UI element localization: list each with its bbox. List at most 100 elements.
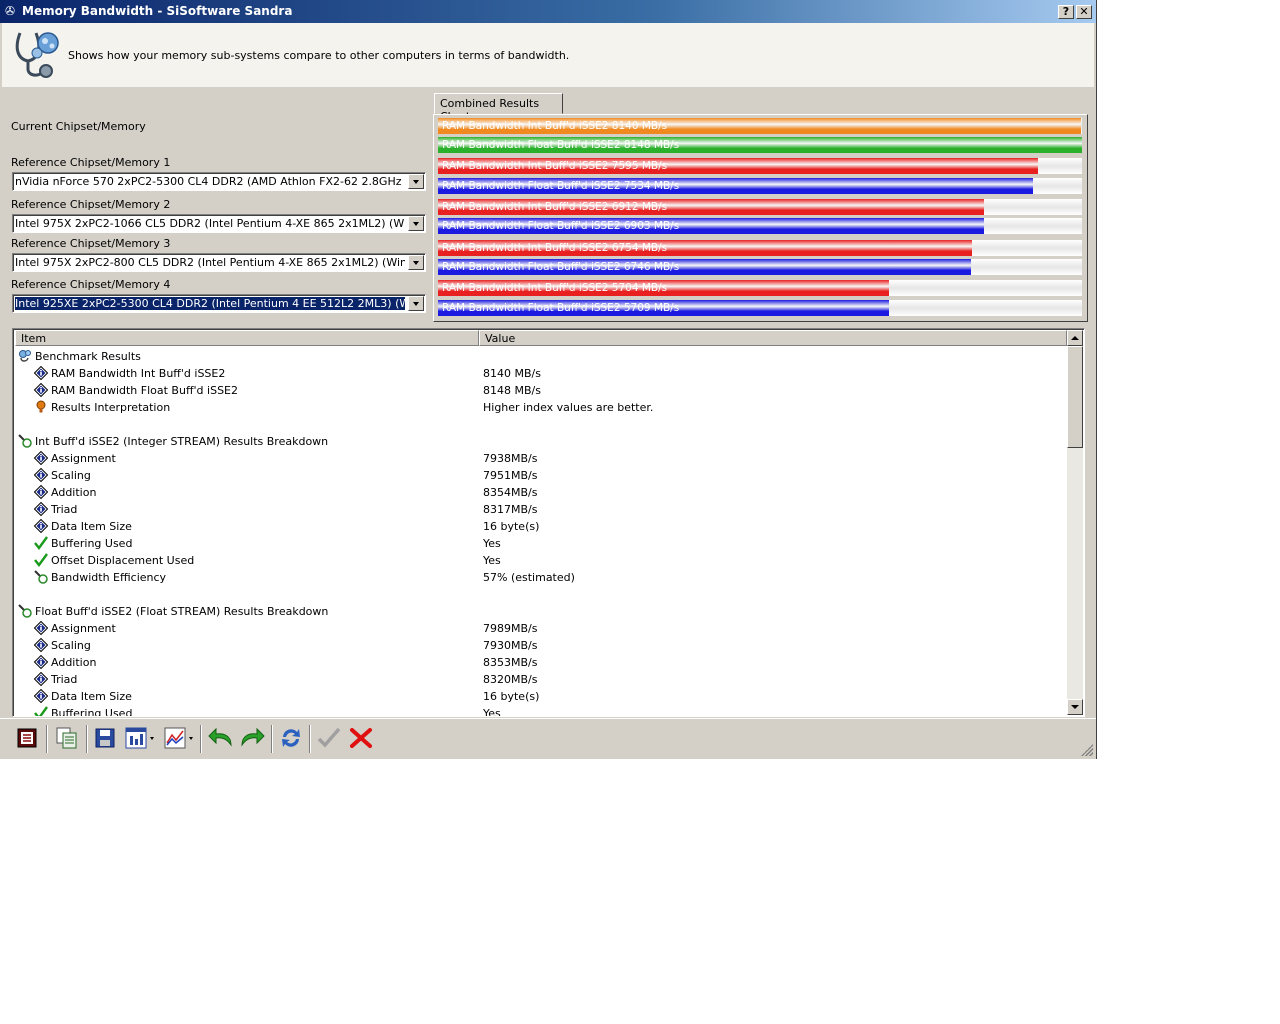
info-diamond-icon: [33, 365, 49, 381]
module-button[interactable]: [14, 725, 40, 751]
module-icon: [17, 728, 37, 748]
chevron-up-icon: [1071, 336, 1079, 340]
row-item-label: Addition: [51, 486, 97, 499]
back-icon: [208, 727, 232, 747]
cancel-button[interactable]: [348, 725, 374, 751]
report-button[interactable]: [124, 725, 154, 751]
table-row[interactable]: Bandwidth Efficiency 57% (estimated): [13, 569, 1067, 586]
help-button[interactable]: ?: [1058, 5, 1074, 19]
row-item-label: Buffering Used: [51, 707, 133, 717]
table-row[interactable]: Buffering Used Yes: [13, 705, 1067, 717]
refresh-button[interactable]: [278, 725, 304, 751]
table-row[interactable]: Addition 8354MB/s: [13, 484, 1067, 501]
table-row[interactable]: Data Item Size 16 byte(s): [13, 518, 1067, 535]
table-row[interactable]: Scaling 7951MB/s: [13, 467, 1067, 484]
module-header: Shows how your memory sub-systems compar…: [2, 23, 1094, 87]
table-row[interactable]: Benchmark Results: [13, 348, 1067, 365]
row-value: 8320MB/s: [483, 673, 538, 686]
column-header-item[interactable]: Item: [15, 330, 479, 346]
row-value: 7951MB/s: [483, 469, 538, 482]
ref-chipset-3-value: Intel 975X 2xPC2-800 CL5 DDR2 (Intel Pen…: [15, 256, 405, 269]
app-icon[interactable]: ✇: [5, 4, 19, 18]
table-row[interactable]: Triad 8317MB/s: [13, 501, 1067, 518]
chevron-down-icon[interactable]: [408, 216, 424, 231]
scroll-thumb[interactable]: [1067, 346, 1083, 448]
chart-bar-track: RAM Bandwidth Float Buff'd iSSE2 5709 MB…: [438, 300, 1082, 316]
chart-bar-label: RAM Bandwidth Int Buff'd iSSE2 8140 MB/s: [442, 120, 668, 132]
info-diamond-icon: [33, 518, 49, 534]
table-row[interactable]: Triad 8320MB/s: [13, 671, 1067, 688]
info-diamond-icon: [33, 637, 49, 653]
table-row[interactable]: Buffering Used Yes: [13, 535, 1067, 552]
title-bar[interactable]: ✇ Memory Bandwidth - SiSoftware Sandra ?…: [0, 0, 1096, 23]
row-item-label: RAM Bandwidth Float Buff'd iSSE2: [51, 384, 238, 397]
table-row[interactable]: Offset Displacement Used Yes: [13, 552, 1067, 569]
table-row: [13, 416, 1067, 433]
table-row[interactable]: Int Buff'd iSSE2 (Integer STREAM) Result…: [13, 433, 1067, 450]
table-row[interactable]: Assignment 7989MB/s: [13, 620, 1067, 637]
row-item-label: Offset Displacement Used: [51, 554, 195, 567]
chart-bar-track: RAM Bandwidth Float Buff'd iSSE2 6746 MB…: [438, 259, 1082, 275]
ref-chipset-2-value: Intel 975X 2xPC2-1066 CL5 DDR2 (Intel Pe…: [15, 217, 405, 230]
row-item-label: Int Buff'd iSSE2 (Integer STREAM) Result…: [35, 435, 329, 448]
stethoscope-icon: [15, 32, 59, 78]
ref-chipset-1-select[interactable]: nVidia nForce 570 2xPC2-5300 CL4 DDR2 (A…: [12, 172, 426, 191]
row-item-label: Triad: [51, 673, 78, 686]
chart-bar-track: RAM Bandwidth Float Buff'd iSSE2 8148 MB…: [438, 137, 1082, 153]
column-header-value[interactable]: Value: [479, 330, 1067, 346]
toolbar-separator: [271, 725, 273, 753]
info-diamond-icon: [33, 484, 49, 500]
back-button[interactable]: [207, 725, 233, 751]
hint-icon: [34, 400, 48, 414]
info-diamond-icon: [33, 688, 49, 704]
chevron-down-icon[interactable]: [408, 296, 424, 311]
close-button[interactable]: ✕: [1076, 5, 1092, 19]
chart-bar-label: RAM Bandwidth Int Buff'd iSSE2 6912 MB/s: [442, 201, 668, 213]
row-value: 8148 MB/s: [483, 384, 541, 397]
chart-button[interactable]: [163, 725, 193, 751]
ref-chipset-4-value: Intel 925XE 2xPC2-5300 CL4 DDR2 (Intel P…: [15, 297, 405, 310]
table-row[interactable]: Assignment 7938MB/s: [13, 450, 1067, 467]
table-row[interactable]: Scaling 7930MB/s: [13, 637, 1067, 654]
scroll-up-button[interactable]: [1067, 330, 1083, 346]
table-row[interactable]: Addition 8353MB/s: [13, 654, 1067, 671]
magnifier-icon: [18, 604, 32, 618]
bottom-toolbar: [0, 718, 1096, 759]
chart-icon: [164, 727, 193, 749]
table-row: [13, 586, 1067, 603]
row-value: 16 byte(s): [483, 690, 540, 703]
save-button[interactable]: [92, 725, 118, 751]
forward-button[interactable]: [238, 725, 265, 751]
chart-bar-track: RAM Bandwidth Int Buff'd iSSE2 6912 MB/s: [438, 199, 1082, 215]
resize-grip[interactable]: [1081, 744, 1093, 756]
scroll-down-button[interactable]: [1067, 699, 1083, 715]
row-value: 8140 MB/s: [483, 367, 541, 380]
ref-chipset-4-select[interactable]: Intel 925XE 2xPC2-5300 CL4 DDR2 (Intel P…: [12, 294, 426, 313]
vertical-scrollbar[interactable]: [1067, 330, 1083, 715]
row-value: Yes: [483, 707, 501, 717]
table-row[interactable]: Float Buff'd iSSE2 (Float STREAM) Result…: [13, 603, 1067, 620]
magnifier-icon: [34, 570, 48, 584]
table-row[interactable]: Data Item Size 16 byte(s): [13, 688, 1067, 705]
ok-button[interactable]: [316, 725, 342, 751]
chevron-down-icon[interactable]: [408, 255, 424, 270]
toolbar-separator: [46, 725, 48, 753]
toolbar-separator: [309, 725, 311, 753]
chevron-down-icon[interactable]: [408, 174, 424, 189]
table-row[interactable]: RAM Bandwidth Float Buff'd iSSE2 8148 MB/…: [13, 382, 1067, 399]
table-row[interactable]: Results Interpretation Higher index value…: [13, 399, 1067, 416]
row-value: 57% (estimated): [483, 571, 575, 584]
copy-button[interactable]: [54, 725, 80, 751]
row-value: 7938MB/s: [483, 452, 538, 465]
ref-chipset-3-select[interactable]: Intel 975X 2xPC2-800 CL5 DDR2 (Intel Pen…: [12, 253, 426, 272]
chart-bar-label: RAM Bandwidth Float Buff'd iSSE2 8148 MB…: [442, 139, 680, 151]
info-diamond-icon: [33, 382, 49, 398]
row-value: 8317MB/s: [483, 503, 538, 516]
chart-bar-track: RAM Bandwidth Int Buff'd iSSE2 7595 MB/s: [438, 158, 1082, 174]
ref-chipset-2-select[interactable]: Intel 975X 2xPC2-1066 CL5 DDR2 (Intel Pe…: [12, 214, 426, 233]
tab-combined-results-chart[interactable]: Combined Results Chart: [434, 93, 563, 123]
table-row[interactable]: RAM Bandwidth Int Buff'd iSSE2 8140 MB/s: [13, 365, 1067, 382]
row-value: 7930MB/s: [483, 639, 538, 652]
chart-bar-label: RAM Bandwidth Int Buff'd iSSE2 7595 MB/s: [442, 160, 668, 172]
info-diamond-icon: [33, 671, 49, 687]
